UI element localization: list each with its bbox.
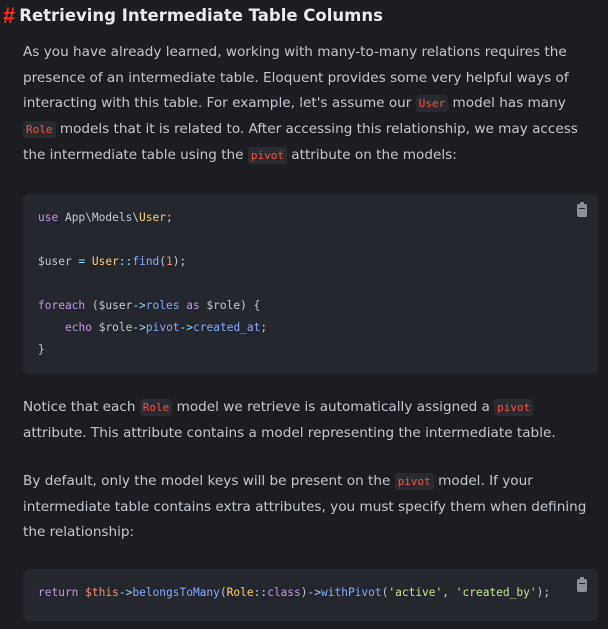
default-keys-paragraph: By default, only the model keys will be … [23, 469, 593, 546]
paragraph-text: By default, only the model keys will be … [23, 473, 395, 489]
code-line: echo $role->pivot->created_at; [65, 321, 268, 334]
inline-code-pivot: pivot [247, 146, 287, 164]
inline-code-role: Role [23, 121, 56, 139]
clipboard-icon[interactable] [577, 202, 587, 217]
paragraph-text: model has many [448, 95, 566, 112]
notice-paragraph: Notice that each Role model we retrieve … [23, 395, 593, 446]
code-line: } [38, 343, 45, 356]
anchor-link[interactable]: # [3, 3, 15, 29]
inline-code-pivot: pivot [494, 399, 534, 416]
inline-code-user: User [415, 95, 449, 113]
section-heading: # Retrieving Intermediate Table Columns [3, 3, 383, 29]
intro-paragraph: As you have already learned, working wit… [23, 40, 593, 169]
code-block-pivot-access: use App\Models\User; $user = User::find(… [23, 194, 598, 374]
code-line: use App\Models\User; [38, 211, 173, 224]
page-title: Retrieving Intermediate Table Columns [19, 6, 383, 25]
paragraph-text: attribute. This attribute contains a mod… [23, 424, 556, 441]
clipboard-icon[interactable] [577, 577, 587, 592]
inline-code-pivot: pivot [394, 473, 434, 490]
code-block-with-pivot: return $this->belongsToMany(Role::class)… [23, 569, 598, 621]
code-line: foreach ($user->roles as $role) { [38, 299, 261, 312]
paragraph-text: Notice that each [23, 399, 140, 415]
code-line: return $this->belongsToMany(Role::class)… [38, 586, 551, 599]
paragraph-text: attribute on the models: [286, 146, 457, 163]
paragraph-text: model we retrieve is automatically assig… [172, 399, 495, 415]
inline-code-role: Role [139, 399, 173, 416]
code-line: $user = User::find(1); [38, 255, 187, 268]
